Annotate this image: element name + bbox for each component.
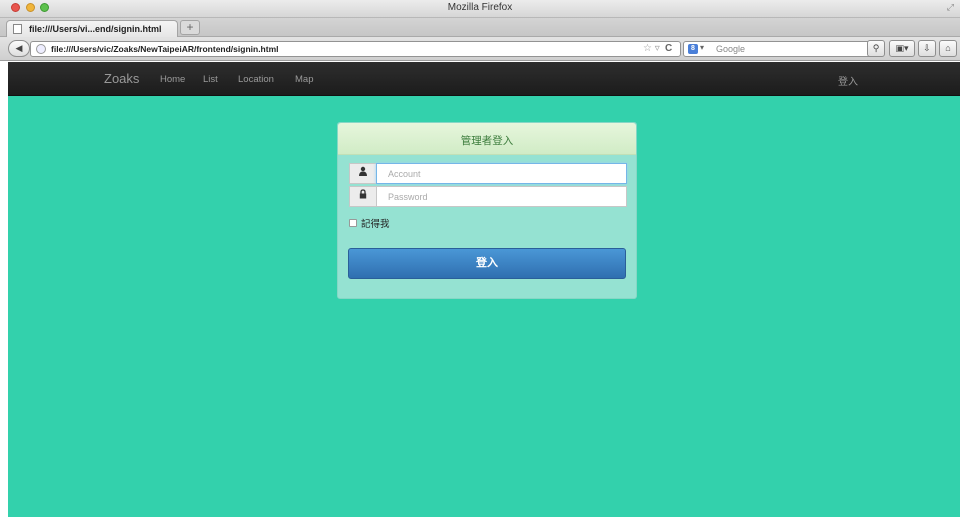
account-input[interactable] (376, 163, 627, 184)
user-icon (349, 163, 376, 184)
login-button[interactable]: 登入 (348, 248, 626, 279)
search-icon: ⚲ (872, 43, 880, 53)
reload-icon[interactable]: C (665, 43, 672, 54)
search-button[interactable]: ⚲ (867, 40, 885, 57)
nav-login-link[interactable]: 登入 (838, 73, 858, 88)
window-title: Mozilla Firefox (447, 2, 513, 13)
nav-link-home[interactable]: Home (160, 74, 185, 85)
remember-me-checkbox[interactable] (349, 219, 357, 227)
tab-title: file:///Users/vi...end/signin.html (29, 24, 162, 34)
brand-link[interactable]: Zoaks (104, 71, 139, 86)
login-card-title: 管理者登入 (338, 123, 636, 155)
url-bar[interactable]: file:///Users/vic/Zoaks/NewTaipeiAR/fron… (30, 41, 681, 57)
remember-me-option[interactable]: 記得我 (349, 216, 390, 230)
search-bar[interactable]: 8 ▾ Google (683, 41, 884, 57)
bookmark-star-icon[interactable]: ☆ ▿ (643, 43, 660, 54)
chevron-down-icon[interactable]: ▾ (700, 43, 704, 52)
site-identity-icon[interactable] (36, 44, 46, 54)
downloads-button[interactable]: ⇩ (918, 40, 936, 57)
window-titlebar: Mozilla Firefox ⤢ (0, 0, 960, 18)
back-button[interactable]: ◀ (8, 40, 30, 57)
fullscreen-icon[interactable]: ⤢ (947, 2, 954, 13)
account-input-group (349, 163, 627, 184)
login-card: 管理者登入 記得我 登入 (337, 122, 637, 299)
lock-icon (349, 186, 376, 207)
password-input[interactable] (376, 186, 627, 207)
google-icon[interactable]: 8 (688, 44, 698, 54)
search-placeholder: Google (716, 44, 746, 54)
browser-tab[interactable]: file:///Users/vi...end/signin.html (6, 20, 178, 37)
nav-link-location[interactable]: Location (238, 74, 274, 85)
page-icon (13, 24, 22, 34)
url-text: file:///Users/vic/Zoaks/NewTaipeiAR/fron… (51, 44, 279, 54)
bookmarks-icon: ▣▾ (895, 43, 909, 53)
nav-link-list[interactable]: List (203, 74, 218, 85)
home-icon: ⌂ (945, 43, 951, 53)
site-navbar: Zoaks Home List Location Map 登入 (8, 62, 960, 96)
download-icon: ⇩ (923, 43, 931, 53)
page-content: Zoaks Home List Location Map 登入 管理者登入 記得… (8, 62, 960, 517)
tab-strip: file:///Users/vi...end/signin.html + (0, 18, 960, 37)
remember-me-label: 記得我 (361, 219, 390, 230)
password-input-group (349, 186, 627, 207)
nav-link-map[interactable]: Map (295, 74, 313, 85)
browser-toolbar: ◀ file:///Users/vic/Zoaks/NewTaipeiAR/fr… (0, 37, 960, 61)
bookmarks-button[interactable]: ▣▾ (889, 40, 915, 57)
new-tab-button[interactable]: + (180, 20, 200, 35)
home-button[interactable]: ⌂ (939, 40, 957, 57)
